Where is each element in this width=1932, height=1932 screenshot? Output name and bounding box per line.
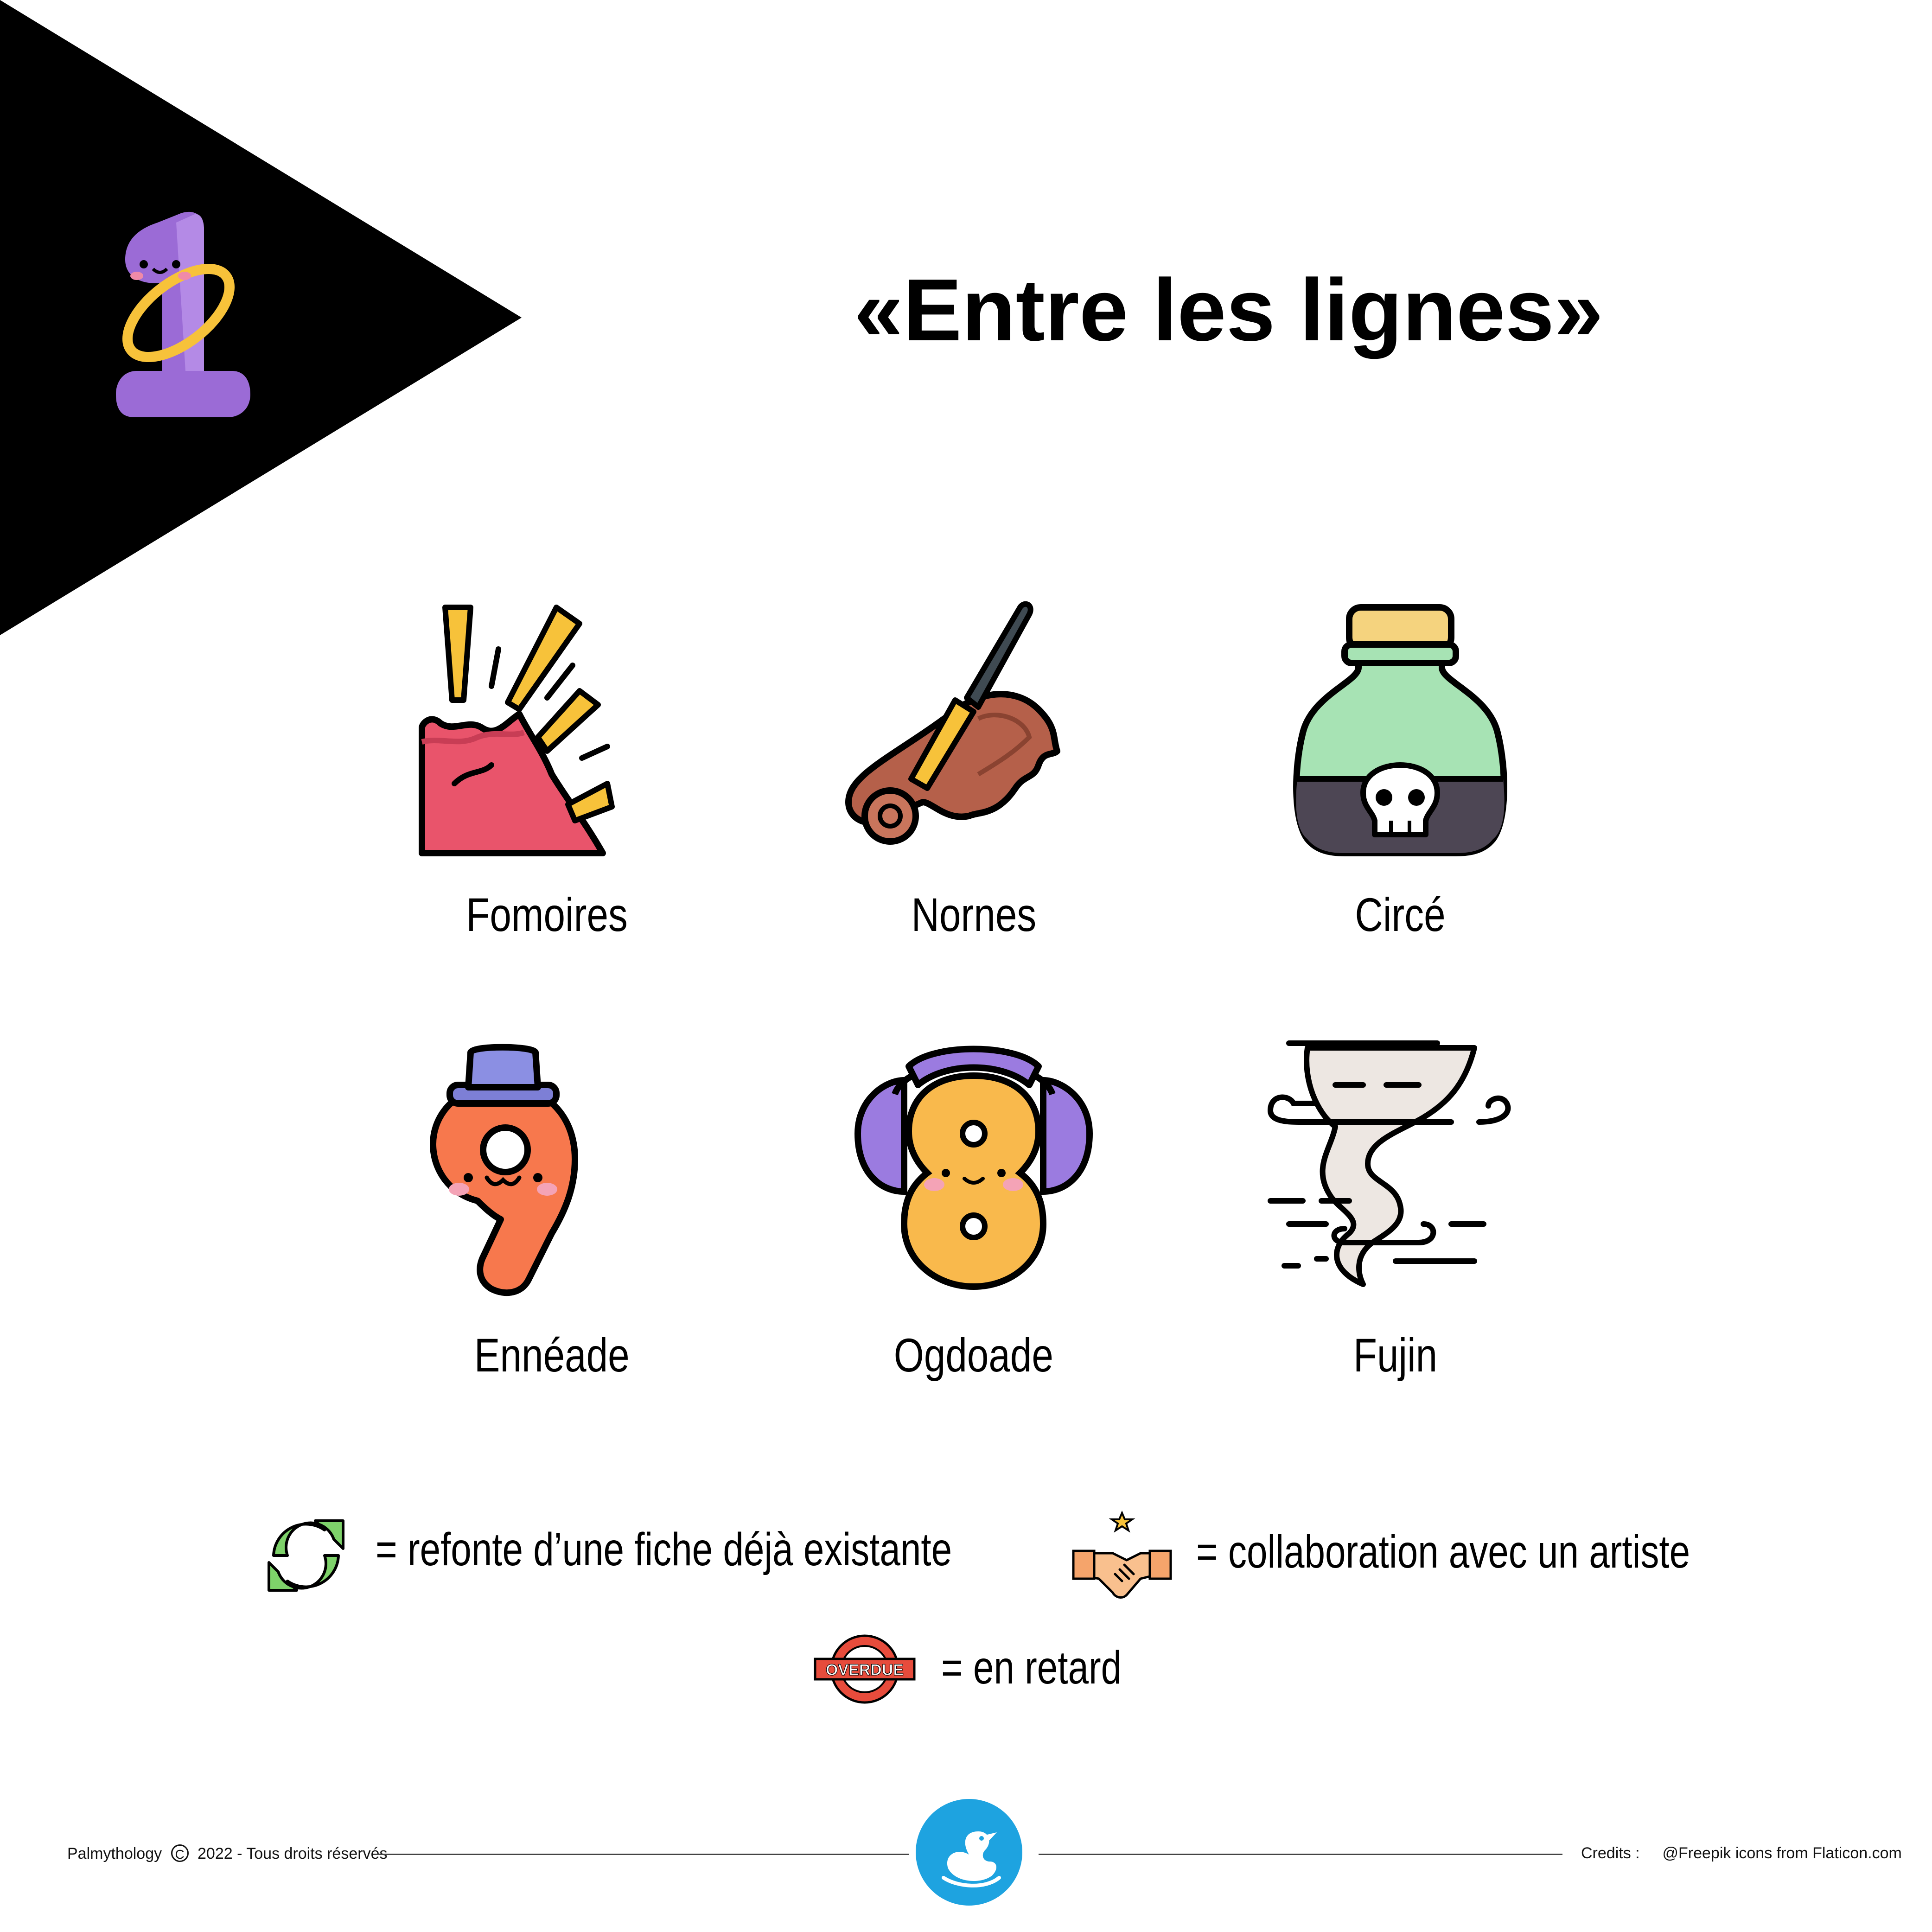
footer-rule-right <box>1039 1854 1562 1855</box>
explosion-icon <box>419 605 615 856</box>
footer-credits: Credits : @Freepik icons from Flaticon.c… <box>1581 1844 1902 1862</box>
item-label-circe: Circé <box>1355 888 1446 941</box>
copyright-icon: C <box>171 1844 189 1862</box>
tornado-icon <box>1268 1040 1511 1287</box>
item-label-fomoires: Fomoires <box>466 888 628 941</box>
number-nine-mascot-icon <box>430 1044 578 1296</box>
quill-scroll-icon <box>845 601 1060 845</box>
page-title: «Entre les lignes» <box>854 261 1603 359</box>
legend-collab-text: = collaboration avec un artiste <box>1196 1526 1690 1578</box>
footer-rule-left <box>376 1854 909 1855</box>
number-eight-mascot-icon <box>854 1046 1093 1290</box>
item-label-enneade: Ennéade <box>474 1329 630 1382</box>
poison-bottle-icon <box>1293 604 1507 856</box>
refresh-icon <box>268 1519 344 1592</box>
item-label-fujin: Fujin <box>1353 1329 1438 1382</box>
legend-refresh-text: = refonte d’une fiche déjà existante <box>376 1524 952 1575</box>
item-label-nornes: Nornes <box>911 888 1036 941</box>
footer-left: Palmythology C 2022 - Tous droits réserv… <box>67 1844 388 1862</box>
overdue-stamp-icon: OVERDUE <box>814 1634 916 1704</box>
legend-overdue-text: = en retard <box>941 1642 1122 1694</box>
logo-swan-icon <box>916 1799 1022 1906</box>
number-one-mascot-icon <box>116 211 250 417</box>
overdue-stamp-text: OVERDUE <box>826 1661 904 1679</box>
handshake-icon <box>1072 1510 1172 1599</box>
corner-banner <box>0 0 522 635</box>
item-label-ogdoade: Ogdoade <box>893 1329 1054 1382</box>
